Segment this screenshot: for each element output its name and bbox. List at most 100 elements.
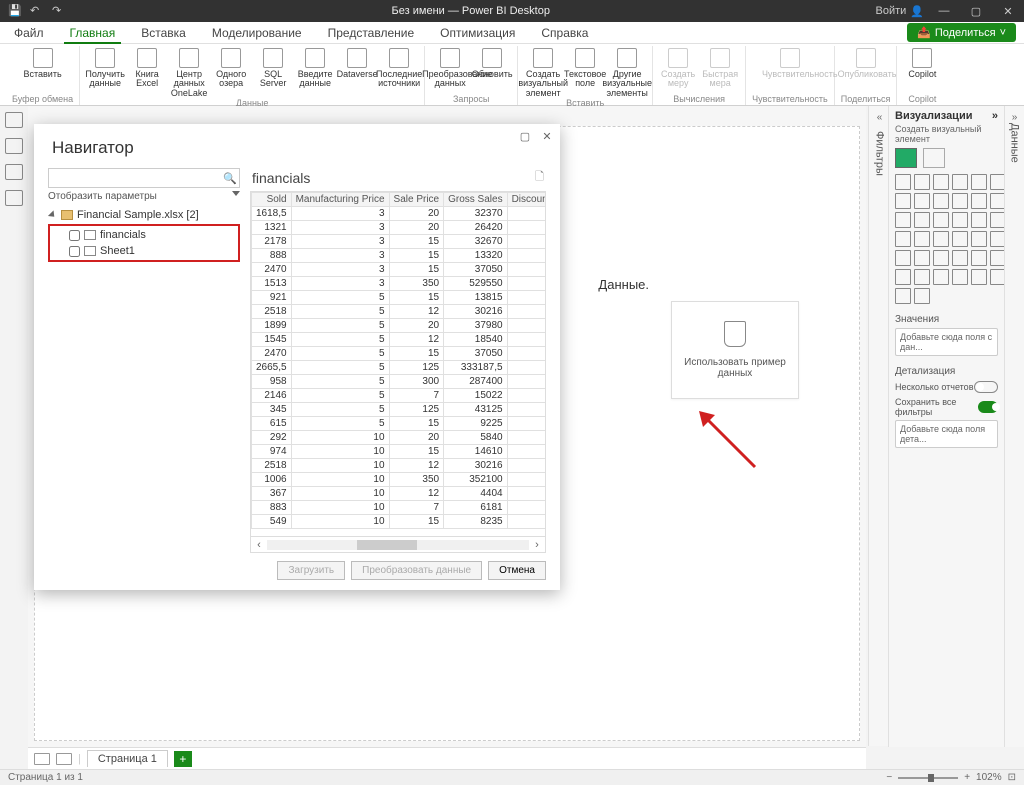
table-row[interactable]: 21465715022 xyxy=(252,389,547,403)
data-pane-collapsed[interactable]: » Данные xyxy=(1004,106,1024,747)
ribbon-button[interactable]: Copilot xyxy=(903,46,941,79)
viz-type-icon[interactable] xyxy=(933,212,949,228)
ribbon-button[interactable]: Dataverse xyxy=(338,46,376,98)
viz-type-icon[interactable] xyxy=(933,174,949,190)
search-input[interactable] xyxy=(49,172,221,184)
viz-type-icon[interactable] xyxy=(990,174,1004,190)
viz-type-icon[interactable] xyxy=(914,212,930,228)
close-button[interactable]: ✕ xyxy=(996,5,1020,18)
table-row[interactable]: 1618,532032370 xyxy=(252,207,547,221)
desktop-layout-icon[interactable] xyxy=(34,753,50,765)
ribbon-button[interactable]: Другие визуальные элементы xyxy=(608,46,646,98)
viz-type-icon[interactable] xyxy=(914,269,930,285)
table-header[interactable]: Discount xyxy=(507,193,546,207)
table-header[interactable]: Sale Price xyxy=(389,193,444,207)
table-header[interactable]: Manufacturing Price xyxy=(291,193,389,207)
viz-type-icon[interactable] xyxy=(895,212,911,228)
scroll-right-icon[interactable]: › xyxy=(529,539,545,551)
menu-help[interactable]: Справка xyxy=(535,22,594,44)
viz-type-icon[interactable] xyxy=(971,193,987,209)
table-row[interactable]: 2665,55125333187,5 xyxy=(252,361,547,375)
checkbox[interactable] xyxy=(69,246,80,257)
menu-insert[interactable]: Вставка xyxy=(135,22,192,44)
viz-type-icon[interactable] xyxy=(895,231,911,247)
viz-type-icon[interactable] xyxy=(952,174,968,190)
sample-data-card[interactable]: Использовать пример данных xyxy=(671,301,799,399)
tree-sheet-financials[interactable]: financials xyxy=(51,227,237,243)
save-icon[interactable]: 💾 xyxy=(8,4,22,18)
viz-type-icon[interactable] xyxy=(990,212,1004,228)
viz-type-icon[interactable] xyxy=(990,231,1004,247)
scroll-left-icon[interactable]: ‹ xyxy=(251,539,267,551)
viz-type-icon[interactable] xyxy=(933,231,949,247)
ribbon-button[interactable]: Последние источники xyxy=(380,46,418,98)
ribbon-button[interactable]: Центр данных OneLake xyxy=(170,46,208,98)
table-row[interactable]: 345512543125 xyxy=(252,403,547,417)
menu-file[interactable]: Файл xyxy=(8,22,50,44)
table-row[interactable]: 217831532670 xyxy=(252,235,547,249)
viz-type-icon[interactable] xyxy=(933,193,949,209)
model-view-icon[interactable] xyxy=(5,164,23,180)
viz-type-icon[interactable] xyxy=(914,231,930,247)
menu-modeling[interactable]: Моделирование xyxy=(206,22,308,44)
load-button[interactable]: Загрузить xyxy=(277,561,345,580)
viz-type-icon[interactable] xyxy=(990,250,1004,266)
viz-type-icon[interactable] xyxy=(990,193,1004,209)
menu-home[interactable]: Главная xyxy=(64,22,122,44)
viz-type-icon[interactable] xyxy=(952,269,968,285)
viz-type-icon[interactable] xyxy=(914,193,930,209)
viz-type-icon[interactable] xyxy=(952,250,968,266)
viz-type-icon[interactable] xyxy=(895,193,911,209)
viz-type-icon[interactable] xyxy=(933,269,949,285)
table-header[interactable]: Gross Sales xyxy=(444,193,507,207)
table-row[interactable]: 15133350529550 xyxy=(252,277,547,291)
viz-type-icon[interactable] xyxy=(971,231,987,247)
menu-view[interactable]: Представление xyxy=(322,22,421,44)
chevron-right-icon[interactable]: » xyxy=(992,110,998,122)
navigator-search[interactable]: 🔍 xyxy=(48,168,240,188)
table-row[interactable]: 974101514610 xyxy=(252,445,547,459)
share-button[interactable]: 📤 Поделиться ˅ xyxy=(907,23,1016,42)
table-row[interactable]: 9585300287400 xyxy=(252,375,547,389)
redo-icon[interactable]: ↷ xyxy=(52,4,66,18)
table-row[interactable]: 29210205840 xyxy=(252,431,547,445)
report-view-icon[interactable] xyxy=(5,112,23,128)
undo-icon[interactable]: ↶ xyxy=(30,4,44,18)
table-view-icon[interactable] xyxy=(5,138,23,154)
viz-type-icon[interactable] xyxy=(971,212,987,228)
cancel-button[interactable]: Отмена xyxy=(488,561,546,580)
table-row[interactable]: 88831513320 xyxy=(252,249,547,263)
viz-type-icon[interactable] xyxy=(914,288,930,304)
keep-filters-toggle[interactable] xyxy=(978,401,998,413)
values-dropzone[interactable]: Добавьте сюда поля с дан... xyxy=(895,328,998,356)
table-row[interactable]: 154551218540 xyxy=(252,333,547,347)
maximize-button[interactable]: ▢ xyxy=(964,5,988,18)
viz-type-icon[interactable] xyxy=(952,231,968,247)
drill-dropzone[interactable]: Добавьте сюда поля дета... xyxy=(895,420,998,448)
table-row[interactable]: 100610350352100 xyxy=(252,473,547,487)
viz-type-icon[interactable] xyxy=(971,250,987,266)
zoom-slider[interactable] xyxy=(898,777,958,779)
horizontal-scrollbar[interactable]: ‹ › xyxy=(250,537,546,553)
page-tab-1[interactable]: Страница 1 xyxy=(87,750,168,767)
ribbon-button[interactable]: Одного озера xyxy=(212,46,250,98)
table-row[interactable]: 132132026420 xyxy=(252,221,547,235)
ribbon-button[interactable]: Текстовое поле xyxy=(566,46,604,98)
zoom-in-icon[interactable]: + xyxy=(964,772,970,783)
table-row[interactable]: 36710124404 xyxy=(252,487,547,501)
ribbon-button[interactable]: Книга Excel xyxy=(128,46,166,98)
format-visual-icon[interactable] xyxy=(923,148,945,168)
table-header[interactable]: Sold xyxy=(252,193,292,207)
ribbon-button[interactable]: Создать визуальный элемент xyxy=(524,46,562,98)
ribbon-button[interactable]: Обновить xyxy=(473,46,511,89)
viz-type-icon[interactable] xyxy=(952,212,968,228)
viz-type-icon[interactable] xyxy=(914,174,930,190)
cross-report-toggle[interactable] xyxy=(974,381,998,393)
fit-page-icon[interactable]: ⊡ xyxy=(1008,772,1016,783)
ribbon-button[interactable]: Введите данные xyxy=(296,46,334,98)
preview-options-icon[interactable]: 🗋 xyxy=(535,168,544,187)
viz-type-icon[interactable] xyxy=(952,193,968,209)
ribbon-button[interactable]: Преобразование данных xyxy=(431,46,469,89)
dax-view-icon[interactable] xyxy=(5,190,23,206)
zoom-out-icon[interactable]: − xyxy=(886,772,892,783)
